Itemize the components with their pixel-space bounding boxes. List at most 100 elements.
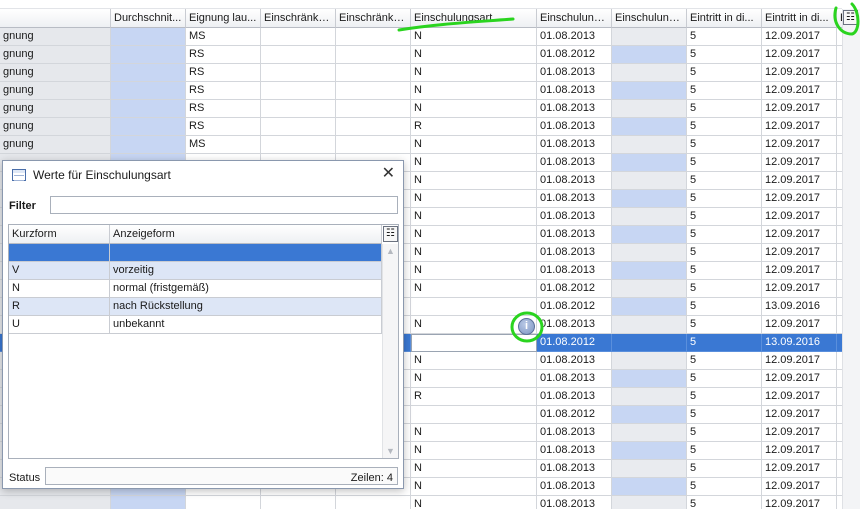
table-cell[interactable]: 12.09.2017 xyxy=(762,136,837,154)
table-row[interactable]: gnung RS R 01.08.2013 5 12.09.2017 xyxy=(0,118,849,136)
table-row[interactable]: gnung MS N 01.08.2013 5 12.09.2017 xyxy=(0,28,849,46)
table-cell[interactable] xyxy=(336,28,411,46)
table-cell[interactable]: 5 xyxy=(687,406,762,424)
table-cell[interactable]: RS xyxy=(186,100,261,118)
table-cell[interactable] xyxy=(261,100,336,118)
table-cell[interactable]: gnung xyxy=(0,82,111,100)
table-cell[interactable]: N xyxy=(411,496,537,509)
table-cell[interactable] xyxy=(612,280,687,298)
table-cell[interactable]: gnung xyxy=(0,64,111,82)
table-cell[interactable]: 12.09.2017 xyxy=(762,226,837,244)
table-cell[interactable]: 13.09.2016 xyxy=(762,298,837,316)
table-cell[interactable]: N xyxy=(411,154,537,172)
table-cell[interactable]: 12.09.2017 xyxy=(762,154,837,172)
table-cell[interactable]: RS xyxy=(186,46,261,64)
table-cell[interactable] xyxy=(612,496,687,509)
table-cell[interactable]: 01.08.2013 xyxy=(537,352,612,370)
table-cell[interactable]: 12.09.2017 xyxy=(762,28,837,46)
table-cell[interactable]: 12.09.2017 xyxy=(762,388,837,406)
table-cell[interactable]: 01.08.2012 xyxy=(537,334,612,352)
table-cell[interactable]: 12.09.2017 xyxy=(762,460,837,478)
table-cell[interactable] xyxy=(261,82,336,100)
table-cell[interactable]: 13.09.2016 xyxy=(762,334,837,352)
table-cell[interactable]: 5 xyxy=(687,442,762,460)
scroll-up-icon[interactable]: ▲ xyxy=(383,246,398,256)
table-cell[interactable]: 01.08.2013 xyxy=(537,154,612,172)
list-item[interactable]: Nnormal (fristgemäß) xyxy=(9,280,382,298)
table-cell[interactable]: 01.08.2013 xyxy=(537,442,612,460)
table-cell[interactable]: 12.09.2017 xyxy=(762,82,837,100)
table-cell[interactable] xyxy=(612,154,687,172)
cell-editor[interactable] xyxy=(411,334,537,352)
table-cell[interactable]: N xyxy=(411,244,537,262)
table-cell[interactable]: 5 xyxy=(687,136,762,154)
table-cell[interactable] xyxy=(612,424,687,442)
table-cell[interactable]: 12.09.2017 xyxy=(762,370,837,388)
table-cell[interactable]: 12.09.2017 xyxy=(762,64,837,82)
table-cell[interactable] xyxy=(612,352,687,370)
column-header[interactable] xyxy=(0,9,111,28)
close-icon[interactable]: ✕ xyxy=(382,165,395,183)
table-cell[interactable]: 01.08.2013 xyxy=(537,118,612,136)
table-cell[interactable] xyxy=(411,298,537,316)
table-cell[interactable]: 12.09.2017 xyxy=(762,406,837,424)
table-cell[interactable] xyxy=(612,118,687,136)
table-cell[interactable]: N xyxy=(411,136,537,154)
table-cell[interactable]: N xyxy=(411,28,537,46)
table-cell[interactable]: 01.08.2013 xyxy=(537,262,612,280)
table-cell[interactable] xyxy=(411,406,537,424)
table-cell[interactable] xyxy=(261,136,336,154)
table-cell[interactable] xyxy=(612,334,687,352)
table-cell[interactable]: R xyxy=(411,388,537,406)
column-header[interactable]: Durchschnit... xyxy=(111,9,186,28)
table-cell[interactable] xyxy=(261,64,336,82)
table-cell[interactable] xyxy=(0,496,111,509)
table-cell[interactable]: 5 xyxy=(687,298,762,316)
table-cell[interactable] xyxy=(111,82,186,100)
table-cell[interactable]: N xyxy=(411,172,537,190)
table-cell[interactable]: 01.08.2013 xyxy=(537,478,612,496)
table-cell[interactable]: 12.09.2017 xyxy=(762,442,837,460)
table-cell[interactable] xyxy=(111,46,186,64)
table-row[interactable]: N 01.08.2013 5 12.09.2017 xyxy=(0,496,849,509)
column-header[interactable]: Einschränku... xyxy=(261,9,336,28)
table-cell[interactable]: 5 xyxy=(687,64,762,82)
table-cell[interactable] xyxy=(336,46,411,64)
list-item[interactable]: Uunbekannt xyxy=(9,316,382,334)
table-cell[interactable] xyxy=(336,136,411,154)
table-cell[interactable]: RS xyxy=(186,118,261,136)
table-cell[interactable]: 01.08.2013 xyxy=(537,424,612,442)
table-cell[interactable]: 5 xyxy=(687,370,762,388)
table-cell[interactable]: 5 xyxy=(687,100,762,118)
table-cell[interactable]: N xyxy=(411,64,537,82)
table-cell[interactable]: 12.09.2017 xyxy=(762,244,837,262)
table-cell[interactable]: 01.08.2013 xyxy=(537,316,612,334)
table-cell[interactable]: 12.09.2017 xyxy=(762,424,837,442)
table-cell[interactable]: 5 xyxy=(687,190,762,208)
table-cell[interactable]: 01.08.2013 xyxy=(537,388,612,406)
vertical-scrollbar[interactable] xyxy=(842,9,860,509)
table-row[interactable]: gnung RS N 01.08.2013 5 12.09.2017 xyxy=(0,82,849,100)
table-cell[interactable]: RS xyxy=(186,64,261,82)
table-cell[interactable]: 5 xyxy=(687,226,762,244)
table-cell[interactable]: 5 xyxy=(687,424,762,442)
table-cell[interactable] xyxy=(261,118,336,136)
table-cell[interactable]: 5 xyxy=(687,496,762,509)
table-cell[interactable]: 5 xyxy=(687,118,762,136)
column-header[interactable]: Eignung lau... xyxy=(186,9,261,28)
table-cell[interactable]: gnung xyxy=(0,46,111,64)
table-cell[interactable]: 5 xyxy=(687,172,762,190)
table-cell[interactable]: 5 xyxy=(687,154,762,172)
table-cell[interactable]: N xyxy=(411,352,537,370)
table-cell[interactable] xyxy=(612,370,687,388)
table-cell[interactable]: 5 xyxy=(687,28,762,46)
table-cell[interactable]: gnung xyxy=(0,136,111,154)
column-header[interactable]: Einschränku... xyxy=(336,9,411,28)
table-cell[interactable]: gnung xyxy=(0,118,111,136)
table-cell[interactable] xyxy=(336,496,411,509)
column-chooser-icon[interactable]: ☷ xyxy=(383,226,398,242)
column-header-kurzform[interactable]: Kurzform xyxy=(9,225,110,244)
info-icon[interactable]: i xyxy=(518,318,535,335)
table-cell[interactable]: R xyxy=(411,118,537,136)
table-cell[interactable] xyxy=(612,64,687,82)
